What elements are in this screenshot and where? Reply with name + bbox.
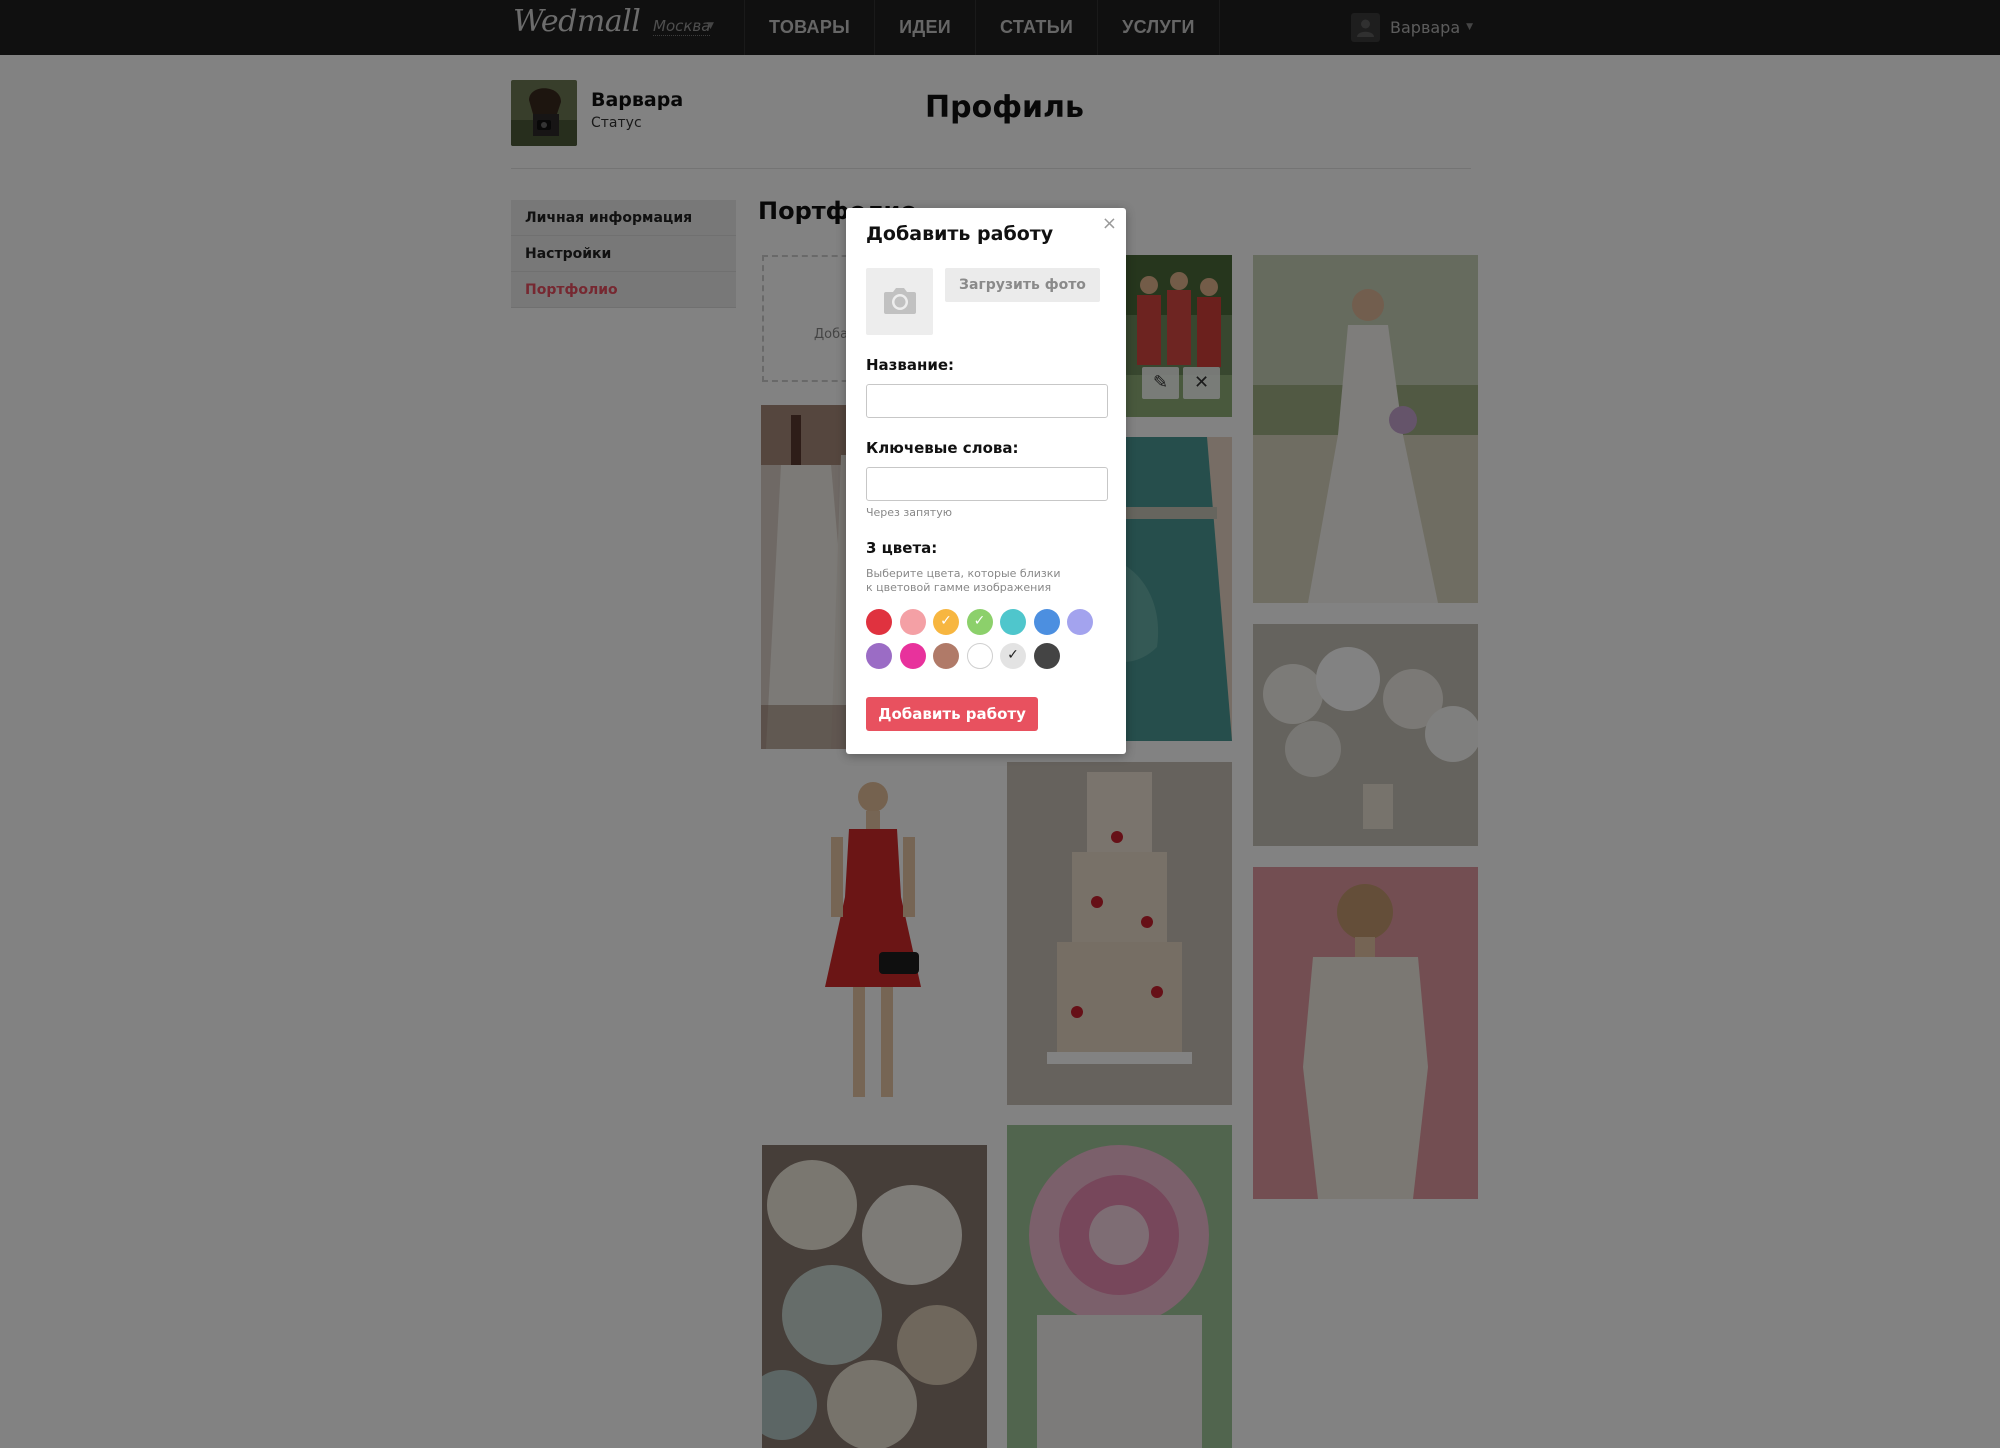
photo-placeholder[interactable] [866, 268, 933, 335]
color-swatch[interactable] [1033, 643, 1060, 669]
colors-hint-line-1: Выберите цвета, которые близки [866, 567, 1061, 580]
color-swatch[interactable] [966, 643, 993, 669]
checkmark-icon: ✓ [973, 613, 986, 629]
title-label: Название: [866, 356, 955, 374]
add-work-button[interactable]: Добавить работу [866, 697, 1038, 731]
keywords-hint: Через запятую [866, 506, 952, 519]
camera-icon [884, 288, 916, 314]
keywords-label: Ключевые слова: [866, 439, 1019, 457]
color-swatch[interactable] [1033, 609, 1060, 635]
color-swatch[interactable]: ✓ [966, 609, 993, 635]
colors-label: 3 цвета: [866, 539, 938, 557]
colors-hint-line-2: к цветовой гамме изображения [866, 581, 1052, 594]
color-swatch[interactable] [899, 643, 926, 669]
modal-title: Добавить работу [866, 223, 1054, 245]
add-work-modal: × Добавить работу Загрузить фото Названи… [846, 208, 1126, 754]
color-swatch[interactable] [866, 609, 892, 635]
color-swatch[interactable] [899, 609, 926, 635]
color-swatch[interactable] [1000, 609, 1026, 635]
color-swatch[interactable] [933, 643, 959, 669]
color-swatch[interactable] [1067, 609, 1093, 635]
color-swatch[interactable]: ✓ [933, 609, 959, 635]
close-icon[interactable]: × [1102, 214, 1117, 234]
color-swatch[interactable]: ✓ [1000, 643, 1026, 669]
color-swatch[interactable] [866, 643, 892, 669]
upload-photo-button[interactable]: Загрузить фото [945, 268, 1100, 302]
keywords-input[interactable] [866, 467, 1108, 501]
title-input[interactable] [866, 384, 1108, 418]
checkmark-icon: ✓ [1007, 647, 1019, 663]
checkmark-icon: ✓ [940, 613, 952, 629]
